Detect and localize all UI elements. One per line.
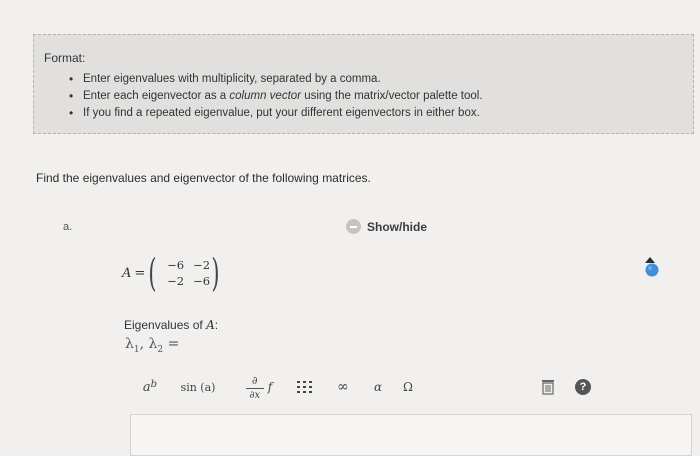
format-instructions-box: Format: Enter eigenvalues with multiplic…	[33, 34, 694, 134]
answer-input-area[interactable]	[130, 414, 692, 456]
infinity-button[interactable]: ∞	[333, 362, 353, 412]
part-label: a.	[63, 221, 73, 233]
show-hide-toggle[interactable]: Show/hide	[346, 219, 427, 234]
matrix-grid: −6 −2 −2 −6	[158, 258, 210, 288]
left-paren: (	[148, 251, 157, 295]
question-circle-icon: ?	[575, 379, 591, 395]
format-item-repeated: If you find a repeated eigenvalue, put y…	[69, 105, 483, 122]
matrix-cell: −6	[167, 258, 185, 272]
matrix-grid-icon[interactable]	[290, 362, 320, 412]
sin-button[interactable]: sin (a)	[178, 362, 218, 412]
matrix-equation: A = ( −6 −2 −2 −6 )	[122, 253, 223, 293]
matrix-cell: −6	[193, 274, 211, 288]
matrix-variable: A	[122, 265, 132, 281]
lambda-prompt: λ1, λ2 =	[125, 336, 180, 355]
alpha-button[interactable]: α	[370, 362, 386, 412]
trash-icon[interactable]	[538, 362, 558, 412]
omega-button[interactable]: Ω	[400, 362, 416, 412]
eigenvalues-label: Eigenvalues of A:	[124, 318, 219, 332]
matrix-equals: =	[134, 265, 146, 281]
math-palette-toolbar: ab sin (a) ∂ ∂x f ∞ α Ω ?	[130, 362, 608, 412]
matrix-cell: −2	[167, 274, 185, 288]
right-paren: )	[211, 251, 220, 295]
format-title: Format:	[44, 51, 86, 65]
question-text: Find the eigenvalues and eigenvector of …	[36, 171, 371, 185]
format-list: Enter eigenvalues with multiplicity, sep…	[69, 71, 483, 122]
show-hide-label: Show/hide	[367, 219, 427, 234]
matrix-cell: −2	[193, 258, 211, 272]
help-button[interactable]: ?	[572, 362, 594, 412]
blue-dot-arrow-icon[interactable]	[643, 256, 661, 278]
power-button[interactable]: ab	[136, 362, 164, 412]
format-item-multiplicity: Enter eigenvalues with multiplicity, sep…	[69, 71, 483, 88]
minus-circle-icon	[346, 219, 361, 234]
derivative-button[interactable]: ∂ ∂x f	[234, 362, 284, 412]
format-item-column-vector: Enter each eigenvector as a column vecto…	[69, 88, 483, 105]
